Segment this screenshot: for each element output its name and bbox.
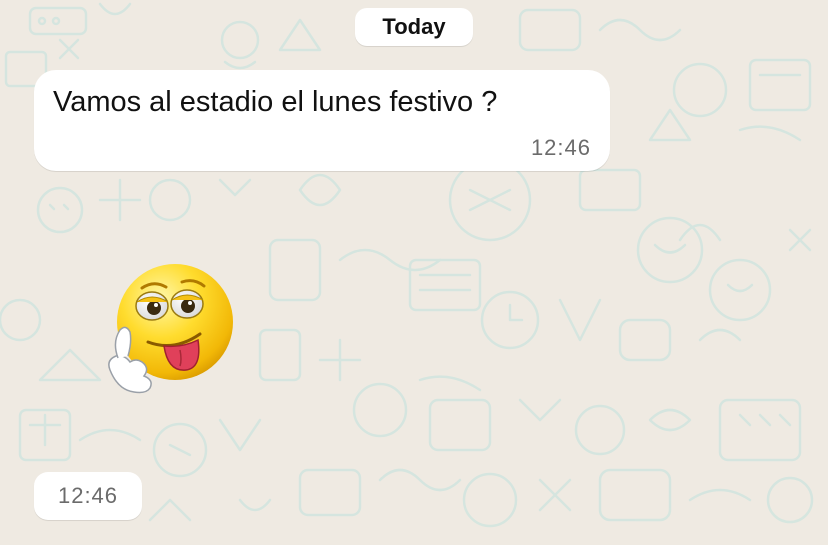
message-text: Vamos al estadio el lunes festivo ? (53, 86, 498, 118)
date-separator: Today (355, 8, 473, 46)
message-timestamp: 12:46 (530, 135, 591, 160)
sticker-timestamp: 12:46 (34, 472, 142, 520)
silly-face-sticker-icon[interactable] (92, 262, 242, 394)
incoming-message-bubble[interactable]: Vamos al estadio el lunes festivo ? 12:4… (34, 70, 610, 171)
